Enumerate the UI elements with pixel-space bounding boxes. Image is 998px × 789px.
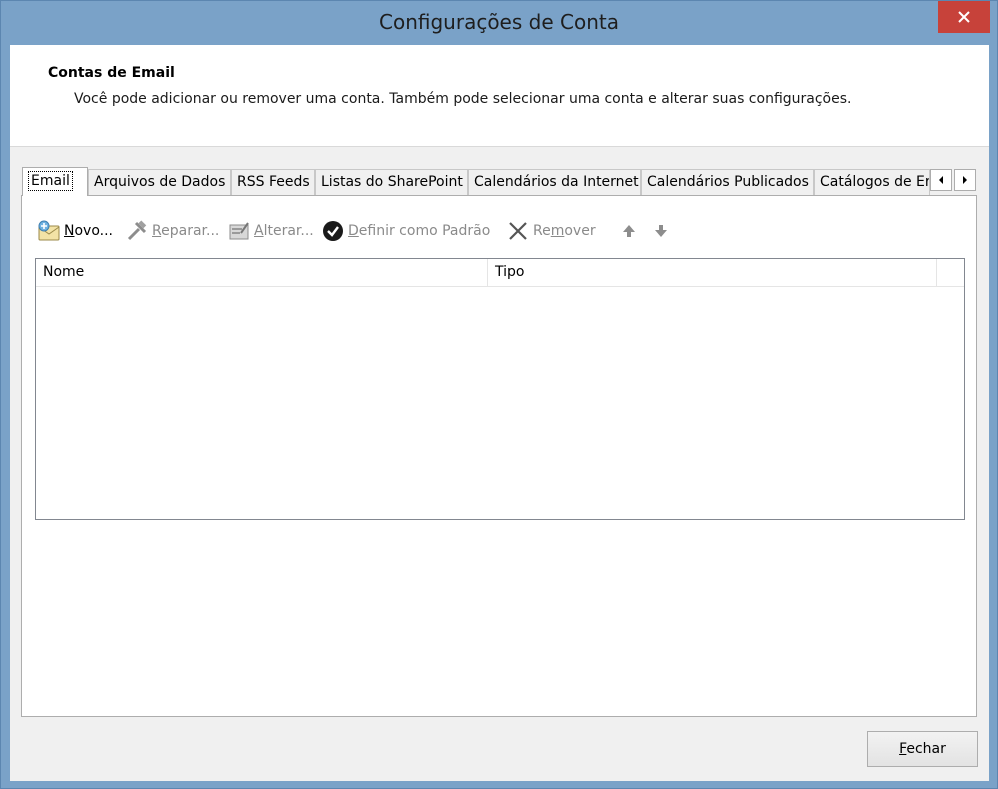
tab-rss-feeds[interactable]: RSS Feeds (231, 169, 315, 195)
tab-published-calendars[interactable]: Calendários Publicados (641, 169, 814, 195)
set-default-button-mnemonic: D (348, 223, 359, 239)
remove-button[interactable]: Remover (505, 216, 596, 246)
new-button-label: ovo... (74, 223, 114, 239)
new-mail-account-icon (36, 218, 62, 244)
remove-button-mnemonic: m (550, 223, 565, 239)
repair-button[interactable]: Reparar... (124, 216, 219, 246)
tab-address-books[interactable]: Catálogos de Er (814, 169, 930, 195)
title-bar[interactable]: Configurações de Conta (1, 1, 997, 45)
change-button[interactable]: Alterar... (226, 216, 314, 246)
arrow-up-icon (616, 218, 642, 244)
close-button-label: echar (906, 741, 946, 757)
column-header-type[interactable]: Tipo (488, 259, 937, 286)
change-button-label: lterar... (263, 223, 314, 239)
tab-email-label: Email (28, 171, 73, 191)
repair-button-mnemonic: R (152, 223, 162, 239)
list-header: Nome Tipo (36, 259, 964, 287)
set-default-button-label: efinir como Padrão (358, 223, 491, 239)
header-section: Contas de Email Você pode adicionar ou r… (10, 45, 989, 147)
move-down-button[interactable] (648, 216, 676, 246)
change-settings-icon (226, 218, 252, 244)
tab-scroll-right-button[interactable] (954, 169, 976, 191)
tab-internet-calendars[interactable]: Calendários da Internet (468, 169, 641, 195)
change-button-mnemonic: A (254, 223, 264, 239)
remove-button-label-b: over (564, 223, 596, 239)
window-title: Configurações de Conta (379, 10, 619, 34)
close-icon (958, 11, 970, 23)
tab-email[interactable]: Email (22, 167, 88, 196)
new-account-button[interactable]: Novo... (36, 216, 113, 246)
tab-data-files[interactable]: Arquivos de Dados (88, 169, 231, 195)
set-default-button[interactable]: Definir como Padrão (320, 216, 490, 246)
window-close-button[interactable] (938, 1, 990, 33)
repair-button-label: eparar... (161, 223, 220, 239)
section-description: Você pode adicionar ou remover uma conta… (74, 91, 852, 107)
accounts-list[interactable]: Nome Tipo (35, 258, 965, 520)
new-button-mnemonic: N (64, 223, 75, 239)
arrow-right-icon (963, 176, 967, 184)
tab-scroll-left-button[interactable] (930, 169, 952, 191)
close-dialog-button[interactable]: Fechar (867, 731, 978, 767)
dialog-client-area: Contas de Email Você pode adicionar ou r… (10, 45, 989, 781)
remove-button-label-a: Re (533, 223, 551, 239)
account-settings-window: Configurações de Conta Contas de Email V… (0, 0, 998, 789)
tab-sharepoint-lists[interactable]: Listas do SharePoint (315, 169, 468, 195)
column-header-name[interactable]: Nome (36, 259, 488, 286)
remove-x-icon (505, 218, 531, 244)
arrow-left-icon (939, 176, 943, 184)
email-tab-panel: Novo... Reparar... Alterar... Definir co… (21, 195, 977, 717)
move-up-button[interactable] (616, 216, 644, 246)
tab-strip: Email Arquivos de Dados RSS Feeds Listas… (22, 167, 962, 196)
account-toolbar: Novo... Reparar... Alterar... Definir co… (36, 216, 736, 246)
check-circle-icon (320, 218, 346, 244)
repair-tools-icon (124, 218, 150, 244)
arrow-down-icon (648, 218, 674, 244)
section-title: Contas de Email (48, 65, 175, 81)
